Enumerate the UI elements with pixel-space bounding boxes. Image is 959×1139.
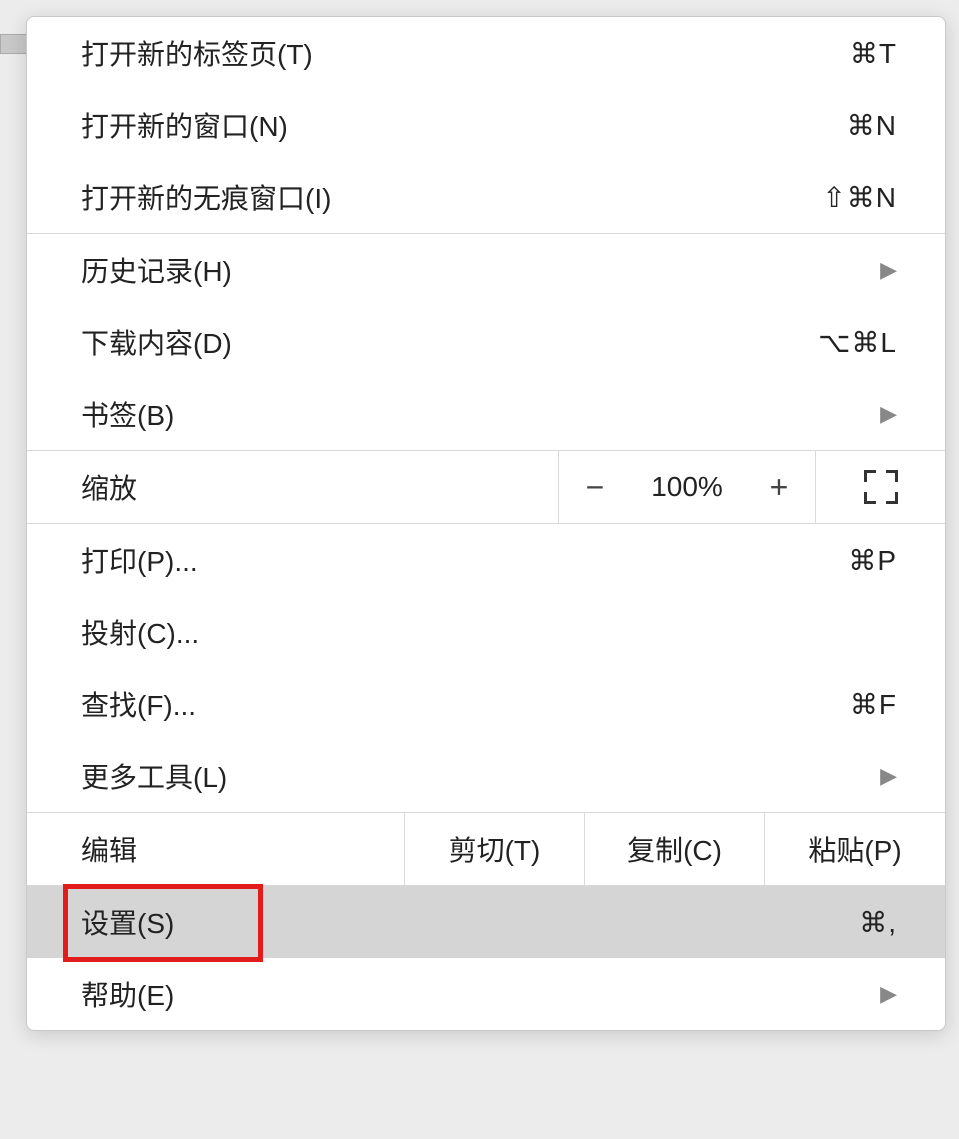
edit-cut-button[interactable]: 剪切(T) [405, 813, 585, 885]
menu-item-shortcut: ⌘N [847, 109, 897, 142]
edit-copy-button[interactable]: 复制(C) [585, 813, 765, 885]
zoom-in-button[interactable]: + [743, 469, 815, 506]
menu-item-cast[interactable]: 投射(C)... [27, 596, 945, 668]
menu-item-bookmarks[interactable]: 书签(B) ▶ [27, 378, 945, 450]
chevron-right-icon: ▶ [880, 981, 897, 1007]
menu-item-zoom: 缩放 − 100% + [27, 451, 945, 523]
menu-item-settings[interactable]: 设置(S) ⌘, [27, 886, 945, 958]
zoom-value: 100% [631, 471, 743, 503]
menu-item-label: 打开新的无痕窗口(I) [81, 177, 822, 217]
menu-item-history[interactable]: 历史记录(H) ▶ [27, 234, 945, 306]
chevron-right-icon: ▶ [880, 401, 897, 427]
zoom-out-button[interactable]: − [559, 469, 631, 506]
menu-item-label: 更多工具(L) [81, 756, 880, 796]
menu-item-find[interactable]: 查找(F)... ⌘F [27, 668, 945, 740]
zoom-controls: − 100% + [559, 451, 815, 523]
menu-item-shortcut: ⌘F [850, 688, 897, 721]
menu-item-shortcut: ⌘T [850, 37, 897, 70]
menu-item-downloads[interactable]: 下载内容(D) ⌥⌘L [27, 306, 945, 378]
menu-item-print[interactable]: 打印(P)... ⌘P [27, 524, 945, 596]
menu-item-label: 查找(F)... [81, 684, 850, 724]
chevron-right-icon: ▶ [880, 763, 897, 789]
menu-item-shortcut: ⇧⌘N [822, 181, 897, 214]
chevron-right-icon: ▶ [880, 257, 897, 283]
menu-item-new-window[interactable]: 打开新的窗口(N) ⌘N [27, 89, 945, 161]
menu-item-label: 打印(P)... [81, 540, 848, 580]
menu-item-shortcut: ⌘P [848, 544, 897, 577]
zoom-label: 缩放 [27, 451, 559, 523]
menu-item-edit: 编辑 剪切(T) 复制(C) 粘贴(P) [27, 813, 945, 885]
menu-item-label: 历史记录(H) [81, 250, 880, 290]
menu-item-shortcut: ⌥⌘L [818, 326, 897, 359]
menu-item-new-incognito-window[interactable]: 打开新的无痕窗口(I) ⇧⌘N [27, 161, 945, 233]
edit-label: 编辑 [27, 813, 405, 885]
menu-item-label: 帮助(E) [81, 974, 880, 1014]
menu-item-label: 设置(S) [81, 902, 859, 942]
edit-paste-button[interactable]: 粘贴(P) [765, 813, 945, 885]
menu-item-help[interactable]: 帮助(E) ▶ [27, 958, 945, 1030]
menu-item-more-tools[interactable]: 更多工具(L) ▶ [27, 740, 945, 812]
menu-item-label: 下载内容(D) [81, 322, 818, 362]
menu-item-label: 打开新的标签页(T) [81, 33, 850, 73]
fullscreen-icon [864, 470, 898, 504]
menu-item-label: 投射(C)... [81, 612, 897, 652]
fullscreen-button[interactable] [815, 451, 945, 523]
menu-item-label: 书签(B) [81, 394, 880, 434]
browser-main-menu: 打开新的标签页(T) ⌘T 打开新的窗口(N) ⌘N 打开新的无痕窗口(I) ⇧… [26, 16, 946, 1031]
menu-item-label: 打开新的窗口(N) [81, 105, 847, 145]
menu-item-new-tab[interactable]: 打开新的标签页(T) ⌘T [27, 17, 945, 89]
menu-item-shortcut: ⌘, [859, 906, 897, 939]
